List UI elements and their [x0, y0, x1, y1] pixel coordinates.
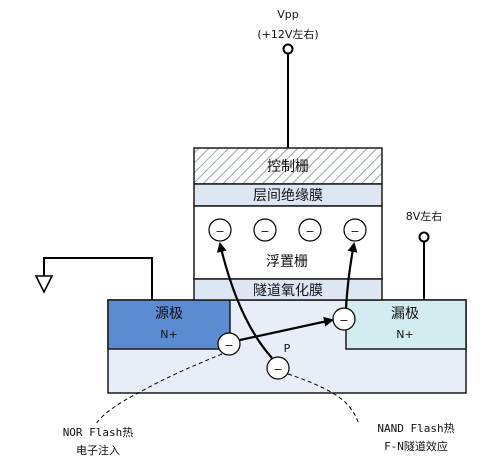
nand-annotation-line1: NAND Flash热 — [377, 422, 454, 435]
channel-electron: − — [217, 332, 241, 356]
svg-text:−: − — [350, 225, 359, 238]
svg-text:−: − — [215, 225, 224, 238]
stored-electron: − — [343, 218, 367, 242]
source-doping: N+ — [160, 328, 177, 341]
source-ground-wire — [43, 257, 153, 300]
nor-annotation-line2: 电子注入 — [76, 443, 120, 457]
vpp-label: Vpp — [277, 8, 299, 21]
stored-electron: − — [208, 218, 232, 242]
stored-electron: − — [253, 218, 277, 242]
svg-text:−: − — [260, 225, 269, 238]
substrate-label: P — [284, 342, 291, 355]
interlayer-label: 层间绝缘膜 — [253, 188, 323, 204]
drain-terminal — [418, 231, 430, 243]
flash-cell-diagram: Vpp (+12V左右) P 源极 N+ 漏极 N+ 控制栅 层间绝缘膜 浮置栅… — [0, 0, 491, 466]
channel-electron: − — [266, 356, 290, 380]
source-label: 源极 — [155, 306, 183, 322]
drain-label: 漏极 — [391, 306, 419, 322]
floating-gate-label: 浮置栅 — [266, 254, 308, 270]
stored-electron: − — [298, 218, 322, 242]
svg-text:−: − — [273, 363, 282, 376]
ground-icon — [34, 275, 54, 294]
drain-electron: − — [332, 307, 356, 331]
nor-annotation-line1: NOR Flash热 — [63, 426, 134, 439]
vpp-voltage: (+12V左右) — [257, 27, 318, 41]
vpp-terminal — [282, 43, 294, 55]
drain-voltage: 8V左右 — [406, 209, 443, 223]
svg-text:−: − — [305, 225, 314, 238]
tunnel-oxide-label: 隧道氧化膜 — [253, 283, 323, 299]
svg-text:−: − — [339, 314, 348, 327]
control-gate-label: 控制栅 — [267, 159, 309, 175]
nand-annotation-line2: F-N隧道效应 — [384, 439, 448, 453]
svg-text:−: − — [224, 339, 233, 352]
drain-doping: N+ — [396, 328, 413, 341]
